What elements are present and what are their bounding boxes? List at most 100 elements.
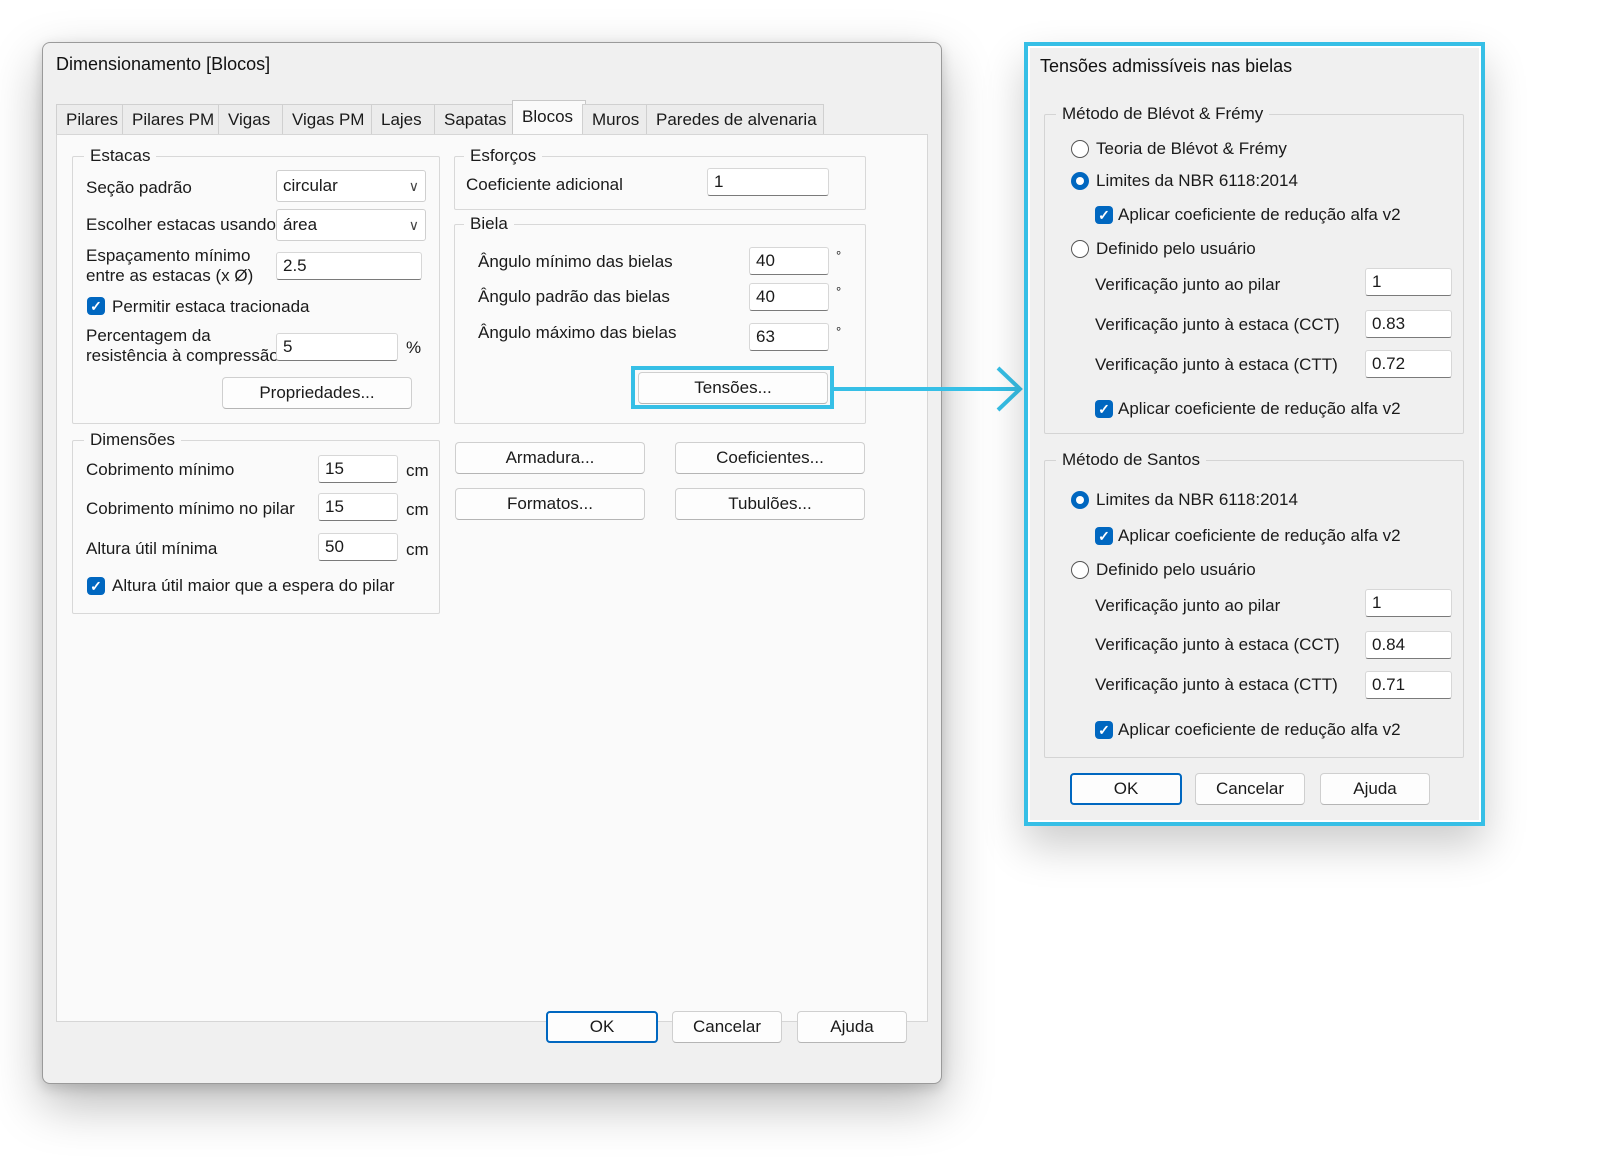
tab-pilares-pm[interactable]: Pilares PM [122,104,220,135]
cobrimento-minimo-unit: cm [406,461,429,480]
cobrimento-pilar-input[interactable]: 15 [318,493,398,521]
tensoes-cancelar-button[interactable]: Cancelar [1195,773,1305,805]
check-icon: ✓ [1098,207,1110,223]
armadura-button[interactable]: Armadura... [455,442,645,474]
angulo-minimo-label: Ângulo mínimo das bielas [478,252,673,271]
biela-legend: Biela [464,214,514,234]
estacas-legend: Estacas [84,146,157,166]
cancelar-button[interactable]: Cancelar [672,1011,782,1043]
check-icon: ✓ [90,578,102,594]
tensoes-ajuda-button[interactable]: Ajuda [1320,773,1430,805]
ok-button[interactable]: OK [546,1011,658,1043]
tab-blocos[interactable]: Blocos [512,100,586,135]
aplicar-alfa-checkbox[interactable]: ✓ [1095,400,1113,418]
santos-aplicar-alfa-label-2: Aplicar coeficiente de redução alfa v2 [1118,720,1401,739]
angulo-padrao-unit: ° [836,284,842,299]
cobrimento-minimo-label: Cobrimento mínimo [86,460,235,479]
check-icon: ✓ [1098,401,1110,417]
tensoes-dialog-title: Tensões admissíveis nas bielas [1040,56,1293,76]
percentagem-unit: % [406,338,422,357]
escolher-estacas-select[interactable]: área ∨ [276,209,426,241]
limites-nbr-label: Limites da NBR 6118:2014 [1096,171,1298,190]
propriedades-button[interactable]: Propriedades... [222,377,412,409]
altura-util-input[interactable]: 50 [318,533,398,561]
escolher-estacas-label: Escolher estacas usando [86,215,276,234]
santos-aplicar-alfa-checkbox-2[interactable]: ✓ [1095,721,1113,739]
dimensoes-legend: Dimensões [84,430,182,450]
teoria-blevot-radio[interactable] [1071,140,1089,158]
cobrimento-pilar-unit: cm [406,500,429,519]
angulo-minimo-input[interactable]: 40 [749,247,829,275]
percentagem-label-line2: resistência à compressão [86,346,279,365]
tab-vigas-pm[interactable]: Vigas PM [282,104,374,135]
ajuda-button[interactable]: Ajuda [797,1011,907,1043]
santos-verificacao-pilar-input[interactable]: 1 [1365,589,1452,617]
formatos-button[interactable]: Formatos... [455,488,645,520]
santos-verificacao-ctt-label: Verificação junto à estaca (CTT) [1095,675,1338,694]
aplicar-alfa-checkbox[interactable]: ✓ [1095,206,1113,224]
angulo-padrao-input[interactable]: 40 [749,283,829,311]
altura-util-label: Altura útil mínima [86,539,218,558]
tab-sapatas[interactable]: Sapatas [434,104,516,135]
santos-aplicar-alfa-checkbox[interactable]: ✓ [1095,527,1113,545]
verificacao-pilar-label: Verificação junto ao pilar [1095,275,1281,294]
chevron-down-icon: ∨ [408,178,419,194]
espacamento-input[interactable]: 2.5 [276,252,422,280]
santos-definido-usuario-label: Definido pelo usuário [1096,560,1256,579]
esforcos-legend: Esforços [464,146,543,166]
angulo-maximo-unit: ° [836,324,842,339]
cobrimento-minimo-input[interactable]: 15 [318,455,398,483]
limites-nbr-radio[interactable] [1071,172,1089,190]
secao-padrao-select[interactable]: circular ∨ [276,170,426,202]
right-arrow-icon [832,366,1023,412]
angulo-minimo-unit: ° [836,248,842,263]
tab-lajes[interactable]: Lajes [371,104,435,135]
tab-paredes-de-alvenaria[interactable]: Paredes de alvenaria [646,104,824,135]
angulo-maximo-label: Ângulo máximo das bielas [478,323,677,342]
percentagem-label-line1: Percentagem da [86,326,211,345]
cobrimento-pilar-label: Cobrimento mínimo no pilar [86,499,295,518]
santos-verificacao-cct-label: Verificação junto à estaca (CCT) [1095,635,1340,654]
espacamento-label-line2: entre as estacas (x Ø) [86,266,254,285]
santos-verificacao-cct-input[interactable]: 0.84 [1365,631,1452,659]
coeficiente-adicional-input[interactable]: 1 [707,168,829,196]
tab-vigas[interactable]: Vigas [218,104,284,135]
check-icon: ✓ [90,298,102,314]
definido-usuario-label: Definido pelo usuário [1096,239,1256,258]
tab-muros[interactable]: Muros [582,104,648,135]
percentagem-input[interactable]: 5 [276,333,398,361]
tab-pilares[interactable]: Pilares [56,104,124,135]
coeficiente-adicional-label: Coeficiente adicional [466,175,623,194]
escolher-estacas-value: área [283,215,318,234]
permitir-estaca-checkbox[interactable]: ✓ [87,297,105,315]
santos-verificacao-pilar-label: Verificação junto ao pilar [1095,596,1281,615]
tubuloes-button[interactable]: Tubulões... [675,488,865,520]
aplicar-alfa-label: Aplicar coeficiente de redução alfa v2 [1118,399,1401,418]
verificacao-pilar-input[interactable]: 1 [1365,268,1452,296]
angulo-maximo-input[interactable]: 63 [749,323,829,351]
check-icon: ✓ [1098,528,1110,544]
secao-padrao-label: Seção padrão [86,178,192,197]
aplicar-alfa-label: Aplicar coeficiente de redução alfa v2 [1118,205,1401,224]
verificacao-cct-label: Verificação junto à estaca (CCT) [1095,315,1340,334]
espacamento-label-line1: Espaçamento mínimo [86,246,251,265]
main-dialog-title: Dimensionamento [Blocos] [56,54,271,74]
altura-espera-label: Altura útil maior que a espera do pilar [112,576,395,595]
chevron-down-icon: ∨ [408,217,419,233]
santos-aplicar-alfa-label: Aplicar coeficiente de redução alfa v2 [1118,526,1401,545]
tensoes-ok-button[interactable]: OK [1070,773,1182,805]
tensoes-highlight-box [631,366,834,409]
angulo-padrao-label: Ângulo padrão das bielas [478,287,670,306]
santos-limites-nbr-radio[interactable] [1071,491,1089,509]
verificacao-cct-input[interactable]: 0.83 [1365,310,1452,338]
verificacao-ctt-label: Verificação junto à estaca (CTT) [1095,355,1338,374]
coeficientes-button[interactable]: Coeficientes... [675,442,865,474]
secao-padrao-value: circular [283,176,338,195]
definido-usuario-radio[interactable] [1071,240,1089,258]
verificacao-ctt-input[interactable]: 0.72 [1365,350,1452,378]
altura-util-unit: cm [406,540,429,559]
check-icon: ✓ [1098,722,1110,738]
santos-verificacao-ctt-input[interactable]: 0.71 [1365,671,1452,699]
altura-espera-checkbox[interactable]: ✓ [87,577,105,595]
santos-definido-usuario-radio[interactable] [1071,561,1089,579]
